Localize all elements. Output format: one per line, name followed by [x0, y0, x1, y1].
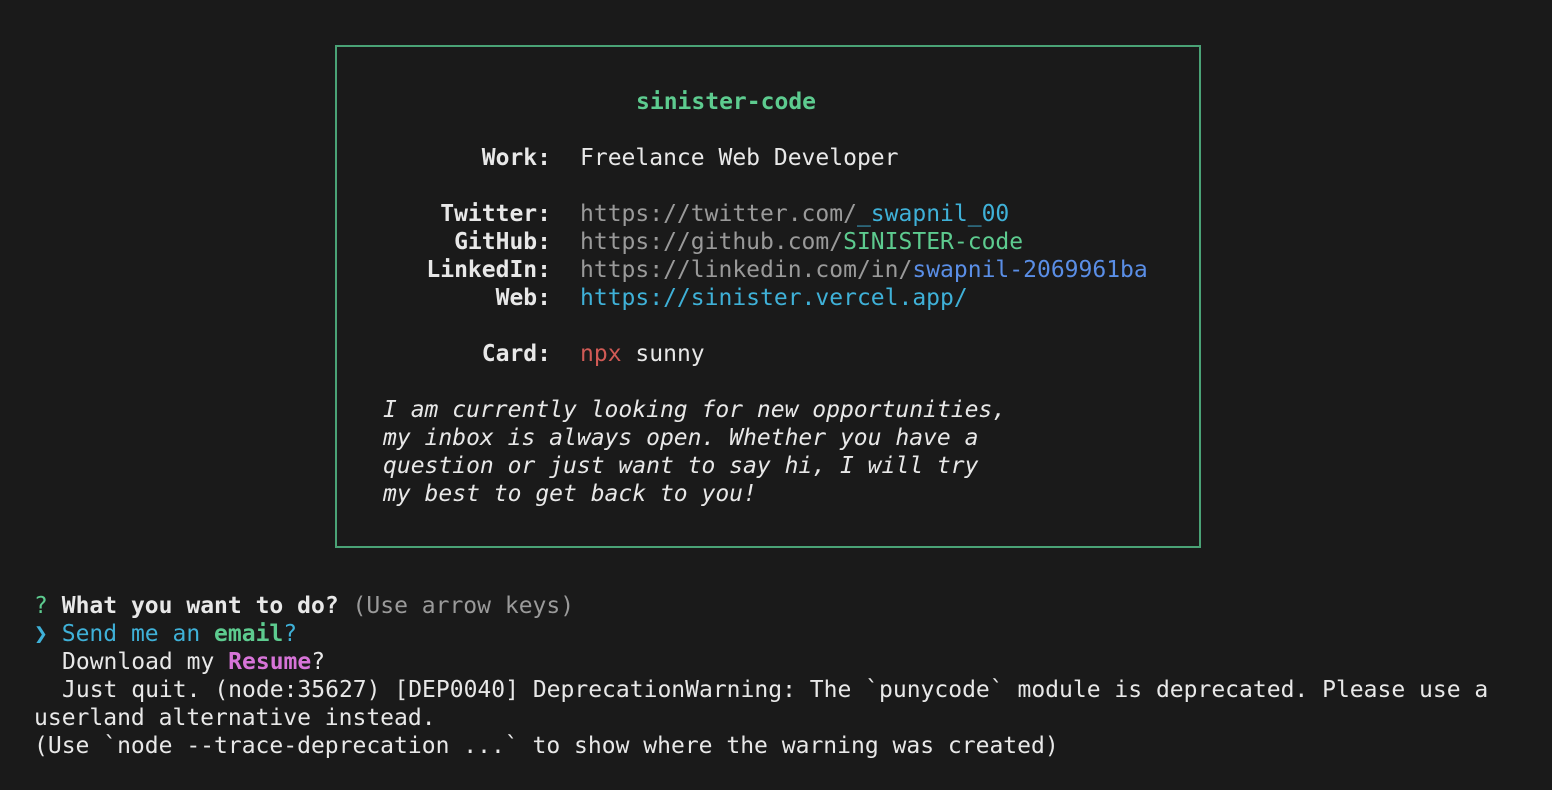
work-value: Freelance Web Developer [580, 145, 899, 171]
option-text: Send me an [61, 621, 215, 647]
linkedin-handle: swapnil-2069961ba [912, 257, 1148, 283]
twitter-handle: _swapnil_00 [856, 201, 1010, 227]
linkedin-label: LinkedIn: [426, 257, 551, 283]
card-name: sinister-code [636, 89, 817, 115]
message-line: question or just want to say hi, I will … [383, 453, 979, 479]
option-highlight: email [214, 621, 284, 647]
menu-option-email[interactable]: ❯ Send me an email? [34, 620, 297, 648]
deprecation-warning-continued: userland alternative instead. [34, 705, 436, 731]
github-url-prefix: https://github.com/ [580, 229, 844, 255]
option-suffix: ? [311, 649, 326, 675]
question-mark-icon: ? [34, 593, 48, 619]
twitter-url-prefix: https://twitter.com/ [580, 201, 857, 227]
option-text: Download my [62, 649, 229, 675]
question-hint: (Use arrow keys) [352, 593, 575, 619]
github-link[interactable]: https://github.com/SINISTER-code [580, 228, 1023, 256]
linkedin-link[interactable]: https://linkedin.com/in/swapnil-2069961b… [580, 256, 1148, 284]
card-command: npx sunny [580, 340, 705, 368]
option-highlight: Resume [228, 649, 312, 675]
github-label: GitHub: [454, 229, 551, 255]
prompt-question: ? What you want to do? (Use arrow keys) [34, 592, 574, 620]
deprecation-warning: (node:35627) [DEP0040] DeprecationWarnin… [200, 677, 1489, 703]
pointer-icon: ❯ [34, 621, 48, 647]
twitter-label: Twitter: [440, 201, 551, 227]
twitter-link[interactable]: https://twitter.com/_swapnil_00 [580, 200, 1009, 228]
message-line: my inbox is always open. Whether you hav… [383, 425, 979, 451]
linkedin-url-prefix: https://linkedin.com/in/ [580, 257, 913, 283]
npx-command: npx [580, 341, 622, 367]
github-handle: SINISTER-code [843, 229, 1024, 255]
message-line: I am currently looking for new opportuni… [383, 397, 1007, 423]
option-text: Just quit. [62, 677, 201, 703]
message-line: my best to get back to you! [383, 481, 757, 507]
option-suffix: ? [283, 621, 298, 647]
card-label: Card: [481, 341, 551, 367]
deprecation-hint: (Use `node --trace-deprecation ...` to s… [34, 733, 1059, 759]
menu-option-quit[interactable]: Just quit. (node:35627) [DEP0040] Deprec… [62, 676, 1488, 704]
question-text: What you want to do? [61, 593, 339, 619]
menu-option-resume[interactable]: Download my Resume? [62, 648, 325, 676]
work-label: Work: [481, 145, 551, 171]
web-link[interactable]: https://sinister.vercel.app/ [580, 284, 968, 312]
card-package: sunny [635, 341, 705, 367]
web-label: Web: [495, 285, 551, 311]
